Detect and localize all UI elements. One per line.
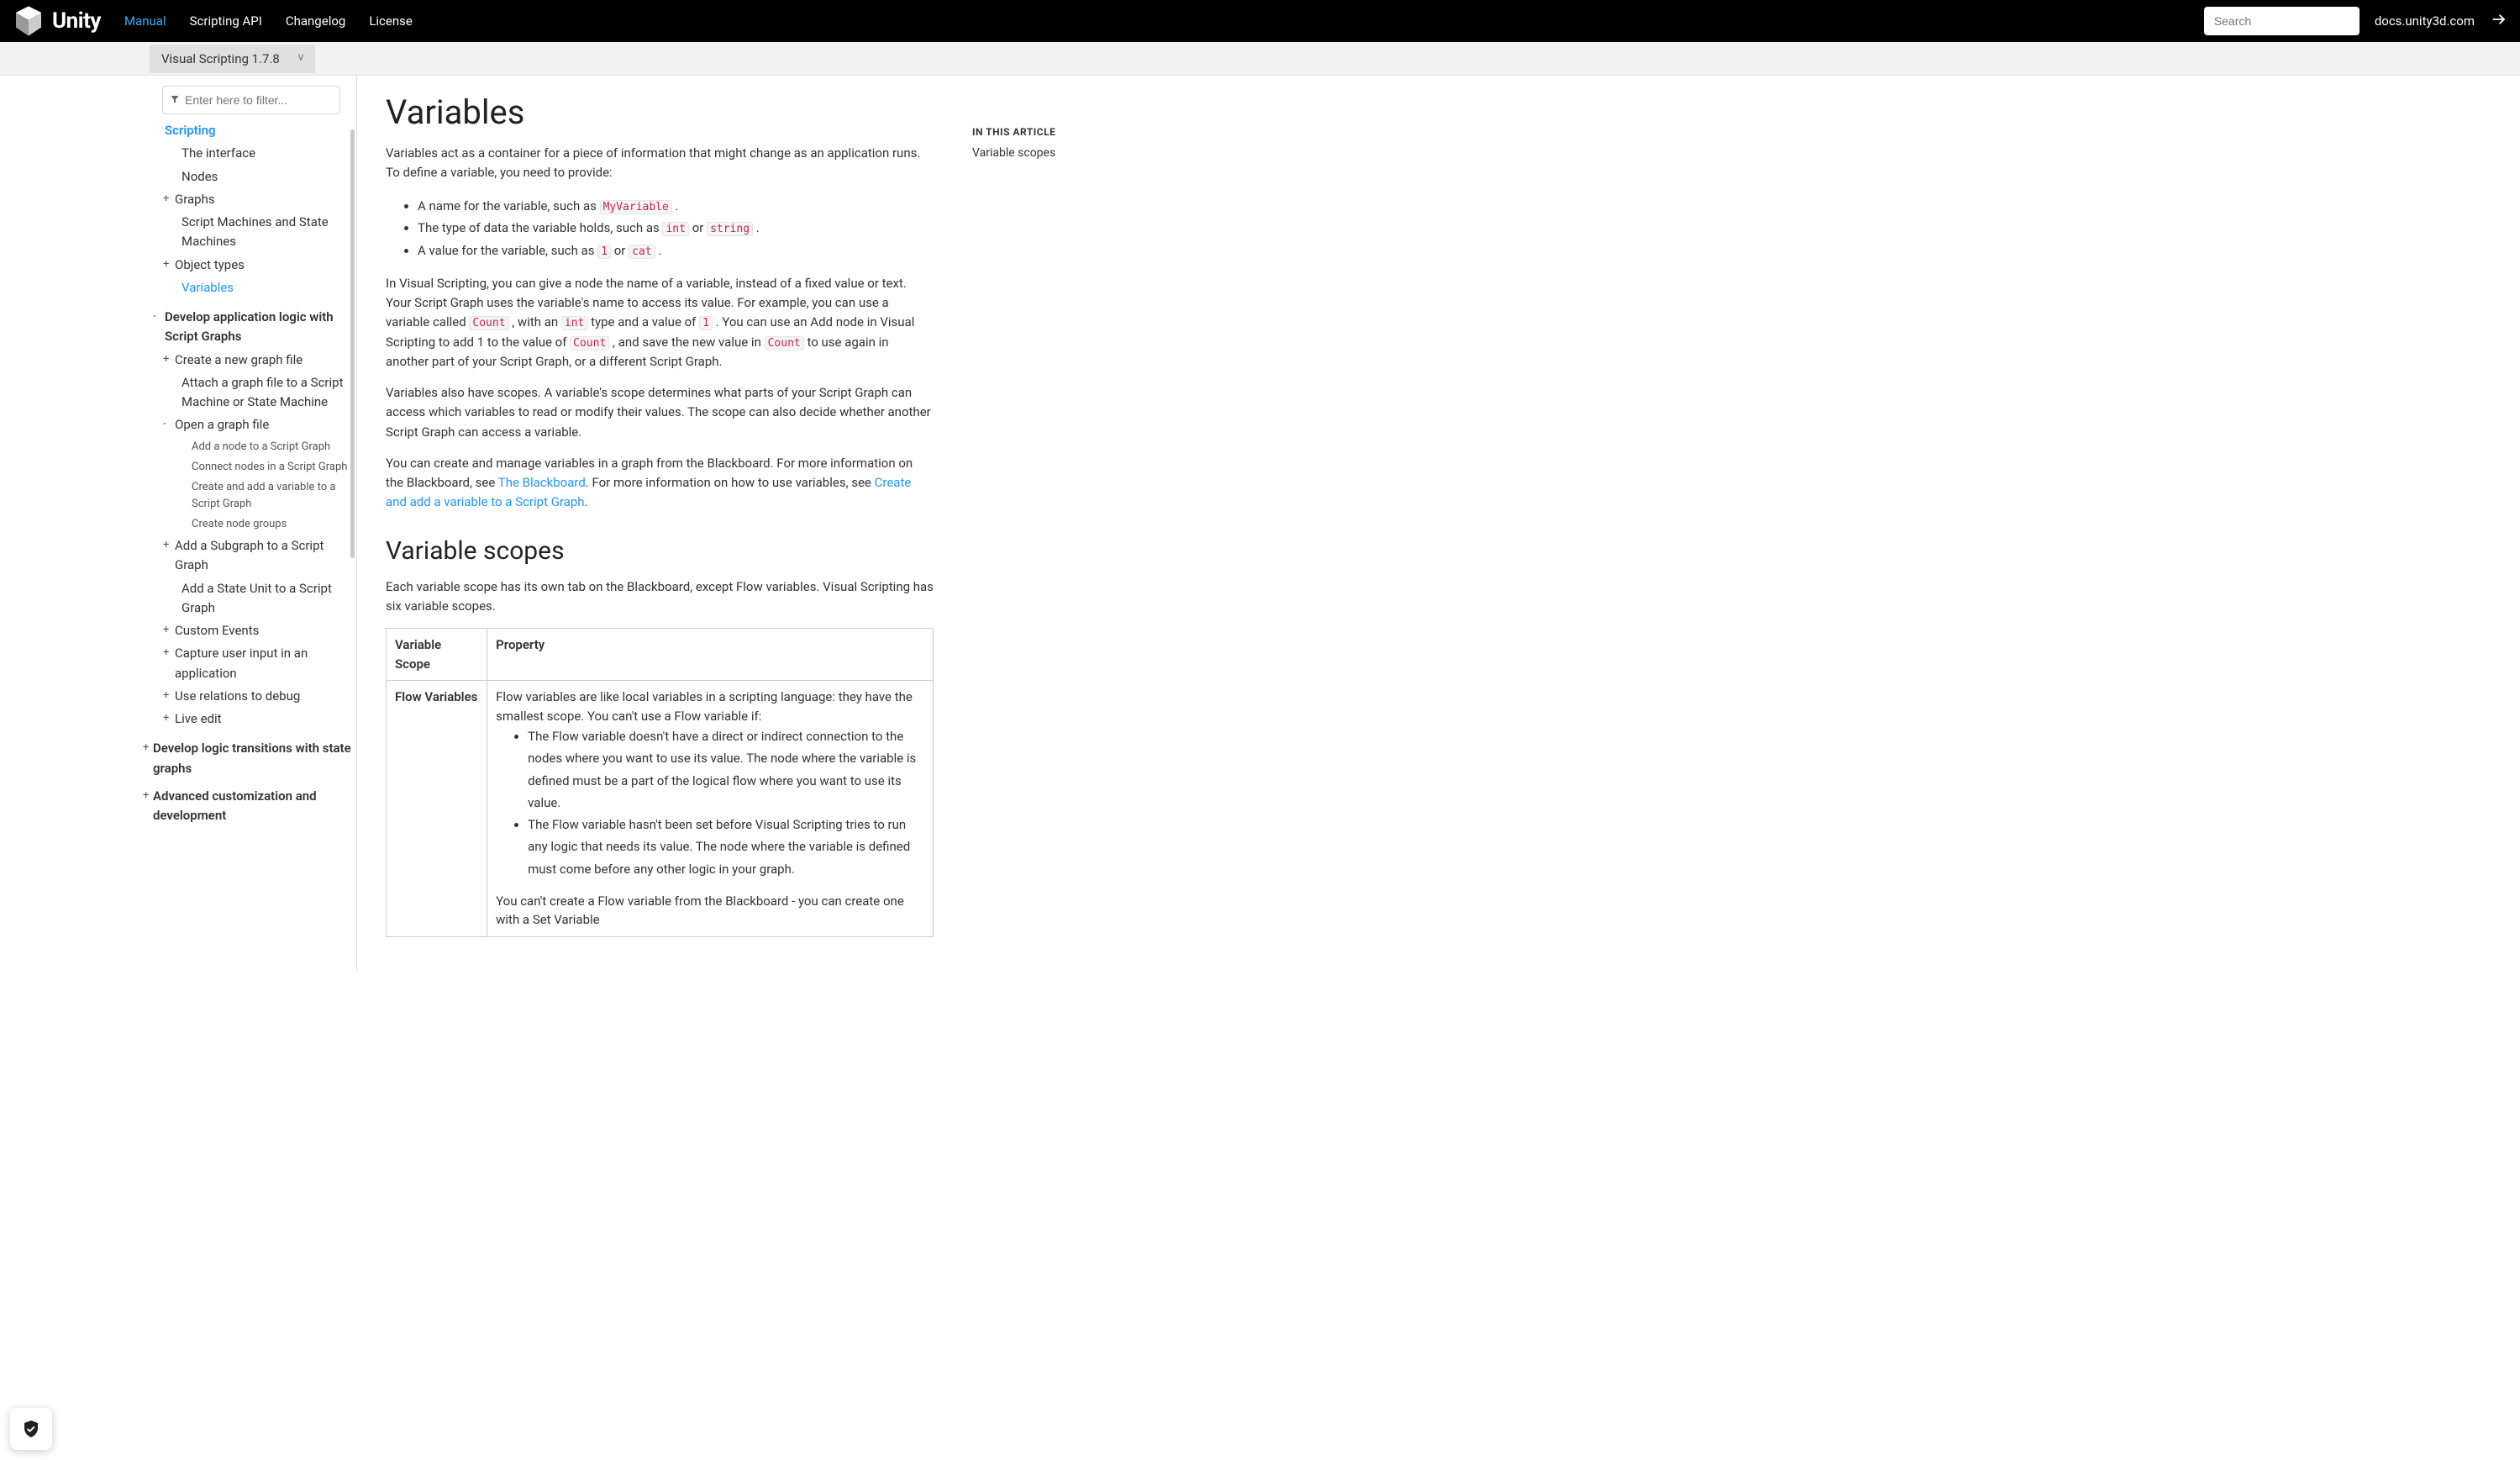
left-column: Scripting The interface Nodes +Graphs Sc… [0,76,357,971]
top-header: Unity Manual Scripting API Changelog Lic… [0,0,2520,42]
plus-icon[interactable]: + [163,191,175,208]
toc-open-graph[interactable]: -Open a graph file [153,414,355,436]
shield-check-icon [21,1419,41,1439]
code-myvariable: MyVariable [600,200,672,214]
filter-box[interactable] [162,86,340,114]
page-title: Variables [386,92,934,132]
paragraph-3: Variables also have scopes. A variable's… [386,383,934,442]
arrow-right-icon [2490,10,2508,32]
toc-create-variable[interactable]: Create and add a variable to a Script Gr… [153,477,355,514]
plus-icon[interactable]: + [163,688,175,704]
row1-scope: Flow Variables [387,681,487,937]
toc: Scripting The interface Nodes +Graphs Sc… [153,119,355,827]
filter-input[interactable] [185,93,333,107]
search-input[interactable] [2214,14,2349,28]
row1-li1: The Flow variable doesn't have a direct … [528,725,924,814]
docs-link[interactable]: docs.unity3d.com [2375,13,2475,29]
col-scope: Variable Scope [387,629,487,681]
toc-scripting[interactable]: Scripting [153,119,355,142]
toc-connect-nodes[interactable]: Connect nodes in a Script Graph [153,457,355,477]
header-right: docs.unity3d.com [2204,7,2508,35]
toc-nodes[interactable]: Nodes [153,166,355,188]
toc-add-node[interactable]: Add a node to a Script Graph [153,437,355,457]
chevron-down-icon: V [298,54,303,63]
bullet-1: A name for the variable, such as MyVaria… [418,195,934,218]
nav-manual[interactable]: Manual [113,0,178,42]
toc-develop-app[interactable]: -Develop application logic with Script G… [153,306,355,349]
intro-paragraph: Variables act as a container for a piece… [386,144,934,183]
plus-icon[interactable]: + [163,710,175,727]
toc-develop-logic[interactable]: +Develop logic transitions with state gr… [153,737,355,780]
toc-add-state-unit[interactable]: Add a State Unit to a Script Graph [153,577,355,620]
plus-icon[interactable]: + [143,788,153,804]
toc-object-types[interactable]: +Object types [153,254,355,277]
scopes-table: Variable Scope Property Flow Variables F… [386,628,934,937]
plus-icon[interactable]: + [163,351,175,368]
code-1: 1 [597,245,611,259]
plus-icon[interactable]: + [163,645,175,661]
bullet-2: The type of data the variable holds, suc… [418,217,934,240]
code-cat: cat [629,245,655,259]
toc-capture-input[interactable]: +Capture user input in an application [153,642,355,685]
nav-scripting-api[interactable]: Scripting API [178,0,274,42]
version-selector[interactable]: Visual Scripting 1.7.8 V [150,45,315,73]
toc-add-subgraph[interactable]: +Add a Subgraph to a Script Graph [153,535,355,577]
filter-icon [170,92,180,108]
table-row: Flow Variables Flow variables are like l… [387,681,934,937]
plus-icon[interactable]: + [143,740,153,756]
toc-create-graph[interactable]: +Create a new graph file [153,349,355,372]
toc-attach-graph[interactable]: Attach a graph file to a Script Machine … [153,372,355,414]
bullet-3: A value for the variable, such as 1 or c… [418,240,934,262]
row1-li2: The Flow variable hasn't been set before… [528,814,924,880]
toc-use-relations[interactable]: +Use relations to debug [153,685,355,708]
unity-cube-icon [12,4,45,38]
search-box[interactable] [2204,7,2360,35]
privacy-badge[interactable] [10,1408,52,1450]
logo-text: Unity [52,8,101,34]
unity-logo[interactable]: Unity [12,4,101,38]
plus-icon[interactable]: + [163,622,175,639]
toc-advanced[interactable]: +Advanced customization and development [153,785,355,828]
version-bar: Visual Scripting 1.7.8 V [0,42,2520,76]
toc-variables[interactable]: Variables [153,277,355,299]
main-article: Variables Variables act as a container f… [357,76,962,971]
col-property: Property [487,629,934,681]
code-int: int [662,222,688,236]
right-toc-link-scopes[interactable]: Variable scopes [972,146,1113,160]
paragraph-2: In Visual Scripting, you can give a node… [386,274,934,372]
minus-icon[interactable]: - [163,416,175,433]
version-label: Visual Scripting 1.7.8 [161,51,280,66]
toc-custom-events[interactable]: +Custom Events [153,619,355,642]
paragraph-5: Each variable scope has its own tab on t… [386,577,934,617]
intro-bullets: A name for the variable, such as MyVaria… [418,195,934,262]
toc-create-groups[interactable]: Create node groups [153,514,355,535]
header-left: Unity Manual Scripting API Changelog Lic… [12,0,424,42]
link-blackboard[interactable]: The Blackboard [498,475,586,490]
toc-live-edit[interactable]: +Live edit [153,708,355,730]
toc-interface[interactable]: The interface [153,142,355,165]
paragraph-4: You can create and manage variables in a… [386,454,934,513]
plus-icon[interactable]: + [163,537,175,554]
right-toc-heading: IN THIS ARTICLE [972,126,1113,138]
row1-property: Flow variables are like local variables … [487,681,934,937]
right-toc: IN THIS ARTICLE Variable scopes [962,76,1113,971]
code-string: string [707,222,753,236]
scrollbar[interactable] [350,129,355,558]
minus-icon[interactable]: - [153,308,165,325]
plus-icon[interactable]: + [163,256,175,273]
nav-license[interactable]: License [357,0,424,42]
nav-changelog[interactable]: Changelog [274,0,357,42]
toc-script-machines[interactable]: Script Machines and State Machines [153,211,355,254]
toc-graphs[interactable]: +Graphs [153,188,355,211]
heading-scopes: Variable scopes [386,536,934,566]
